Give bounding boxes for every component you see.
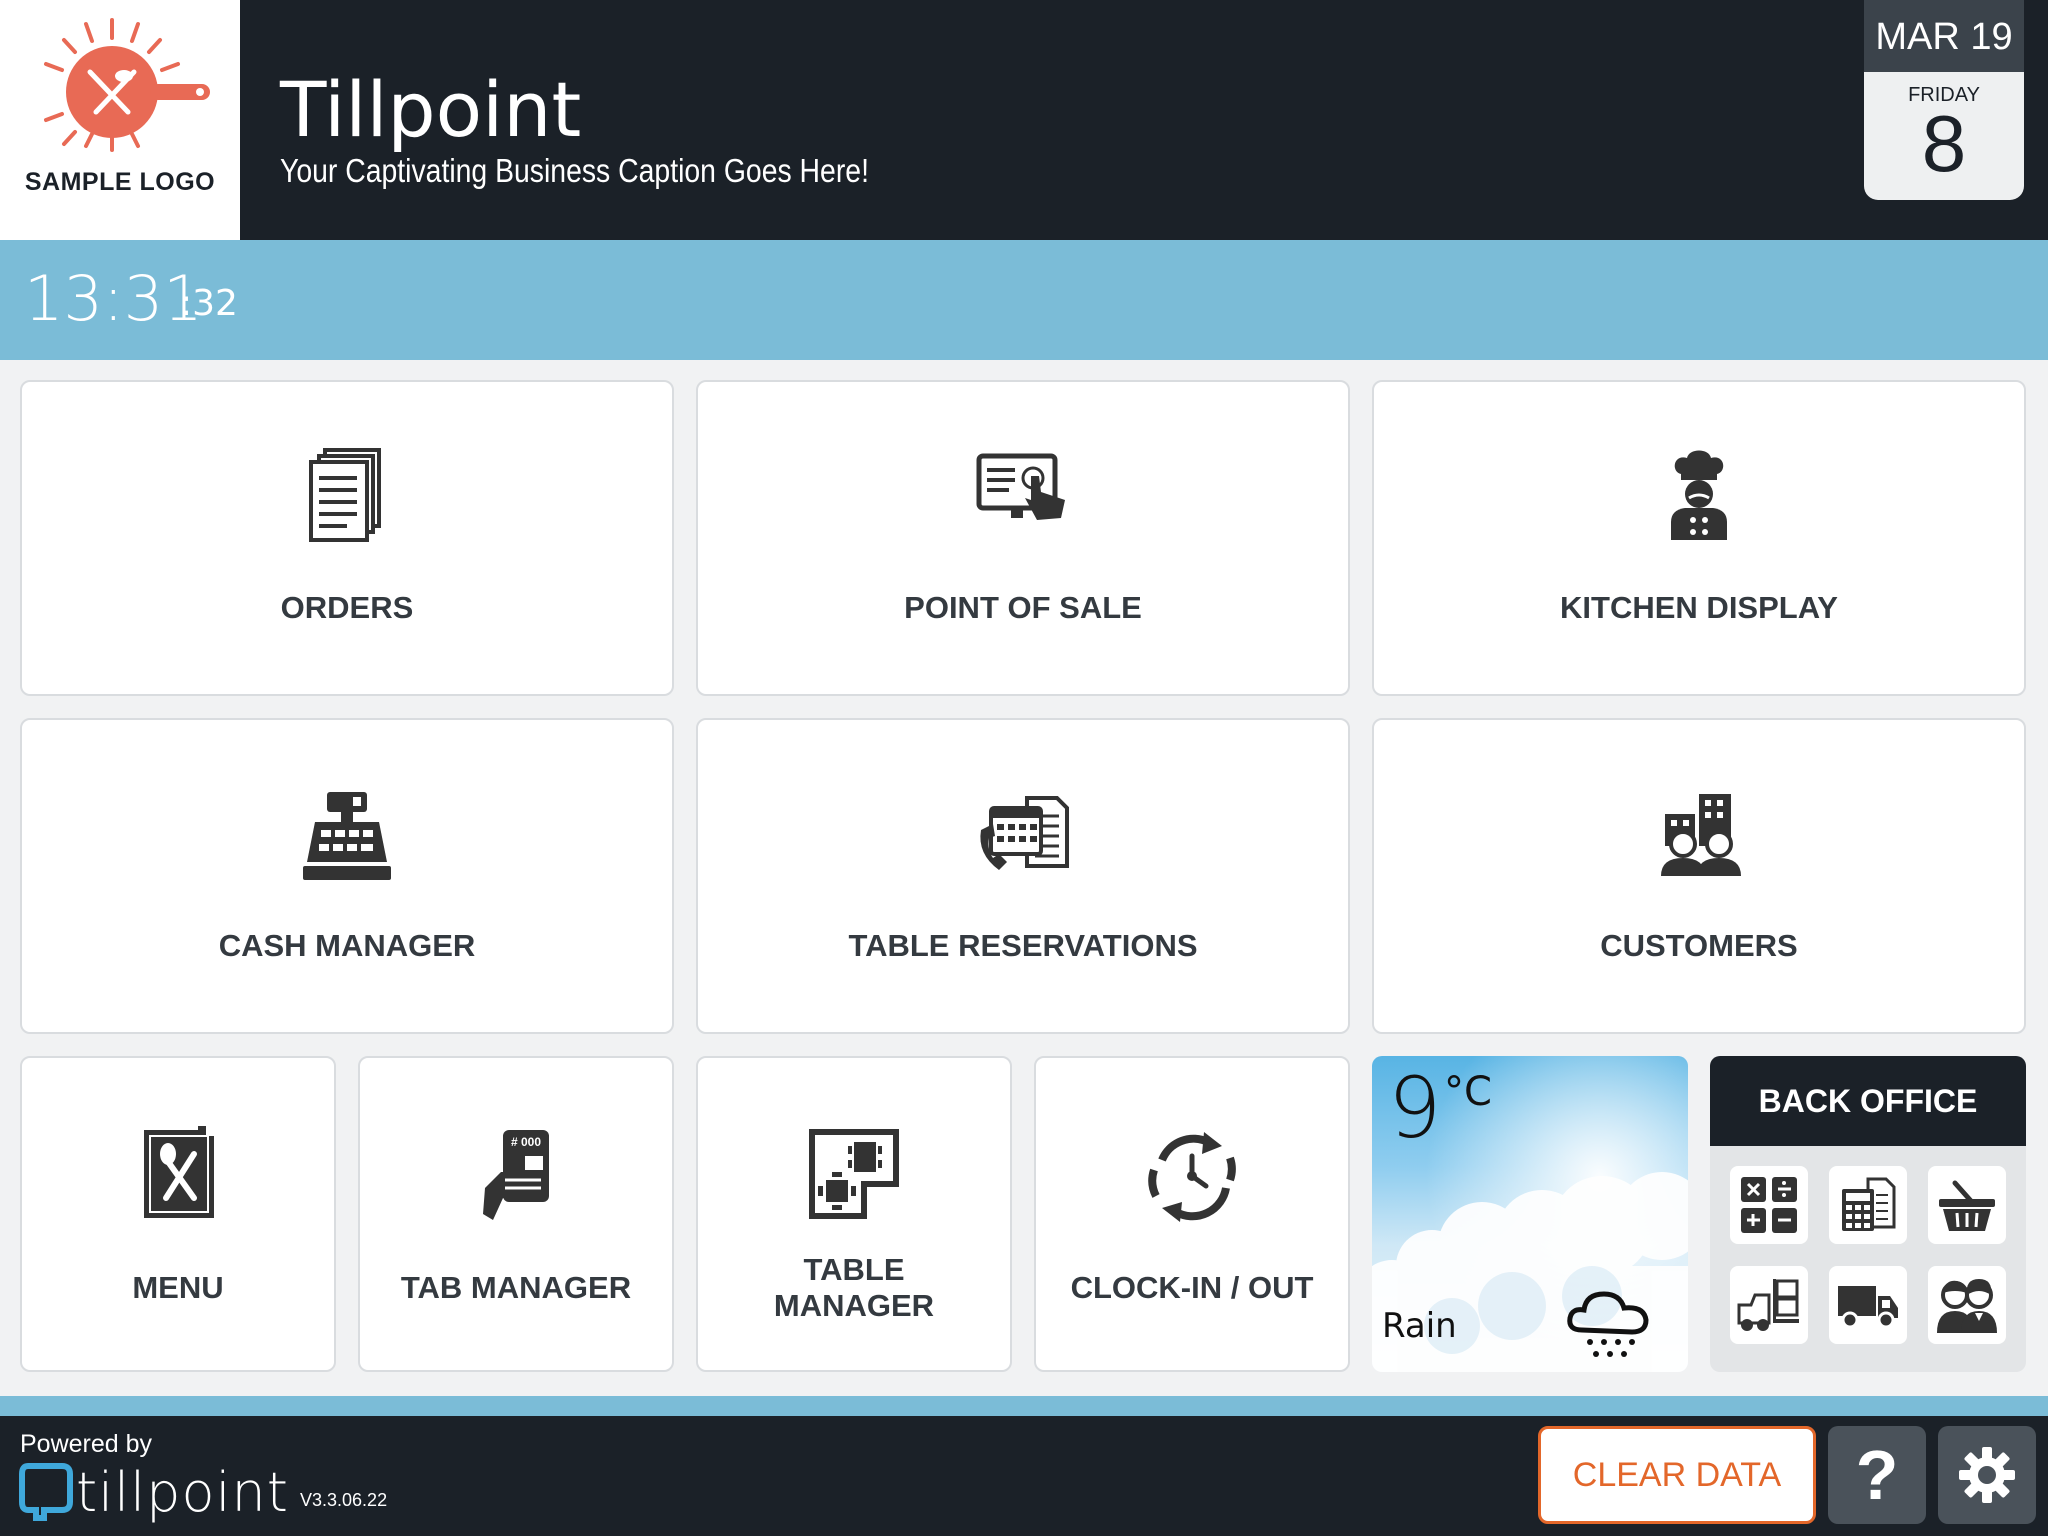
- weather-widget[interactable]: 9 °C Rain: [1372, 1056, 1688, 1372]
- clock-time: 13:31: [24, 262, 203, 335]
- bo-staff-button[interactable]: [1928, 1266, 2006, 1344]
- tab-badge-text: # 000: [511, 1135, 541, 1149]
- weather-condition: Rain: [1382, 1306, 1457, 1346]
- customers-icon: [1661, 794, 1741, 876]
- tile-clock-in-out[interactable]: CLOCK-IN / OUT: [1034, 1056, 1350, 1372]
- app-title: Tillpoint: [280, 65, 582, 154]
- tile-tab-manager[interactable]: # 000 TAB MANAGER: [358, 1056, 674, 1372]
- tile-table-reservations-label: TABLE RESERVATIONS: [848, 928, 1198, 963]
- help-button[interactable]: ?: [1828, 1426, 1926, 1524]
- tile-menu-label: MENU: [132, 1270, 224, 1305]
- tile-kitchen-display-label: KITCHEN DISPLAY: [1560, 590, 1838, 625]
- tile-tab-manager-label: TAB MANAGER: [400, 1270, 632, 1305]
- tile-clock-in-out-label: CLOCK-IN / OUT: [1070, 1270, 1314, 1305]
- back-office-title[interactable]: BACK OFFICE: [1710, 1056, 2026, 1146]
- chef-icon: [1671, 450, 1727, 540]
- tile-cash-manager[interactable]: CASH MANAGER: [20, 718, 674, 1034]
- calendar-month: MAR 19: [1864, 0, 2024, 72]
- reservation-calendar-icon: [980, 796, 1069, 870]
- clock-cycle-icon: [1148, 1132, 1236, 1222]
- basket-icon: [1939, 1180, 1995, 1231]
- bo-calculator-button[interactable]: [1730, 1166, 1808, 1244]
- floor-plan-icon: [809, 1129, 899, 1219]
- bo-forklift-button[interactable]: [1730, 1266, 1808, 1344]
- logo-text: SAMPLE LOGO: [24, 168, 216, 196]
- gear-icon: [1959, 1447, 2015, 1503]
- tile-table-reservations[interactable]: TABLE RESERVATIONS: [696, 718, 1350, 1034]
- app-version: V3.3.06.22: [300, 1490, 388, 1510]
- logo-pan-icon: [44, 18, 210, 152]
- truck-icon: [1838, 1286, 1898, 1329]
- tillpoint-brand: tillpoint: [76, 1461, 289, 1524]
- tile-orders[interactable]: ORDERS: [20, 380, 674, 696]
- back-office-panel: BACK OFFICE: [1710, 1056, 2026, 1372]
- rain-cloud-icon: [1567, 1291, 1649, 1357]
- clear-data-button[interactable]: CLEAR DATA: [1538, 1426, 1816, 1524]
- menu-book-icon: [144, 1126, 214, 1218]
- tile-customers[interactable]: CUSTOMERS: [1372, 718, 2026, 1034]
- tile-table-manager-label-line1: TABLE: [803, 1252, 905, 1287]
- settings-button[interactable]: [1938, 1426, 2036, 1524]
- spreadsheet-icon: [1842, 1177, 1896, 1231]
- forklift-icon: [1737, 1279, 1799, 1331]
- business-logo: SAMPLE LOGO: [0, 0, 240, 240]
- tile-cash-manager-label: CASH MANAGER: [218, 928, 476, 963]
- tillpoint-logo-icon: [19, 1463, 73, 1521]
- tile-kitchen-display[interactable]: KITCHEN DISPLAY: [1372, 380, 2026, 696]
- documents-icon: [309, 448, 381, 542]
- tab-card-icon: # 000: [483, 1130, 549, 1220]
- powered-by-text: Powered by: [20, 1430, 153, 1458]
- tile-menu[interactable]: MENU: [20, 1056, 336, 1372]
- footer-stripe: [0, 1396, 2048, 1416]
- tile-table-manager-label-line2: MANAGER: [773, 1288, 935, 1323]
- calculator-icon: [1741, 1177, 1797, 1233]
- calendar-day: 8: [1921, 99, 1967, 188]
- touch-screen-icon: [976, 453, 1065, 520]
- business-caption: Your Captivating Business Caption Goes H…: [280, 152, 869, 189]
- bo-truck-button[interactable]: [1829, 1266, 1907, 1344]
- tile-orders-label: ORDERS: [280, 590, 414, 625]
- tile-point-of-sale[interactable]: POINT OF SALE: [696, 380, 1350, 696]
- weather-unit: °C: [1444, 1069, 1492, 1115]
- cash-register-icon: [303, 792, 391, 880]
- weather-temperature: 9: [1388, 1059, 1442, 1157]
- bo-spreadsheet-button[interactable]: [1829, 1166, 1907, 1244]
- bo-basket-button[interactable]: [1928, 1166, 2006, 1244]
- tile-table-manager[interactable]: TABLE MANAGER: [696, 1056, 1012, 1372]
- staff-icon: [1937, 1279, 1997, 1333]
- tile-customers-label: CUSTOMERS: [1600, 928, 1798, 963]
- clock-bar: [0, 240, 2048, 360]
- date-calendar: MAR 19 FRIDAY 8: [1864, 0, 2024, 200]
- clock-seconds: :32: [180, 283, 238, 324]
- tile-point-of-sale-label: POINT OF SALE: [904, 590, 1142, 625]
- tile-table-manager-label: TABLE MANAGER: [698, 1252, 1010, 1324]
